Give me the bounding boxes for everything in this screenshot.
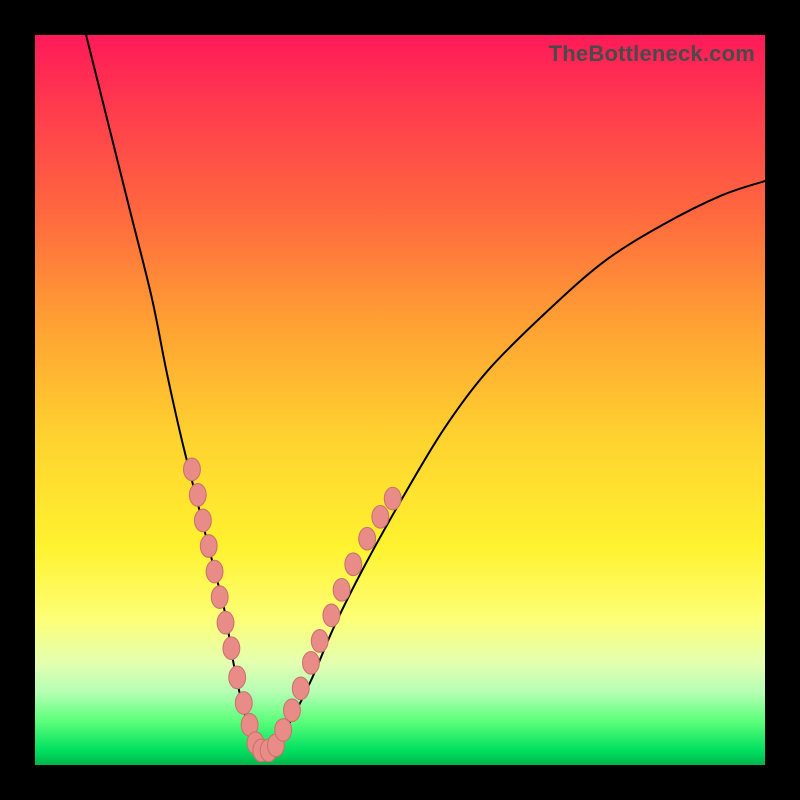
highlight-marker [323,604,340,627]
highlight-marker [184,458,201,481]
highlight-marker [345,553,362,576]
highlight-marker [211,586,228,609]
highlight-marker [359,527,376,550]
markers-group [184,458,402,762]
highlight-marker [223,637,240,660]
chart-frame: TheBottleneck.com [0,0,800,800]
highlight-marker [229,666,246,689]
chart-svg [35,35,765,765]
bottleneck-curve [86,35,765,750]
highlight-marker [333,578,350,601]
highlight-marker [311,630,328,653]
plot-area: TheBottleneck.com [35,35,765,765]
curve-group [86,35,765,750]
highlight-marker [303,651,320,674]
highlight-marker [217,611,234,634]
highlight-marker [284,699,301,722]
highlight-marker [372,505,389,528]
highlight-marker [189,484,206,507]
highlight-marker [384,487,401,510]
highlight-marker [235,692,252,715]
highlight-marker [195,509,212,532]
highlight-marker [200,535,217,558]
highlight-marker [206,560,223,583]
highlight-marker [275,719,292,742]
highlight-marker [292,677,309,700]
